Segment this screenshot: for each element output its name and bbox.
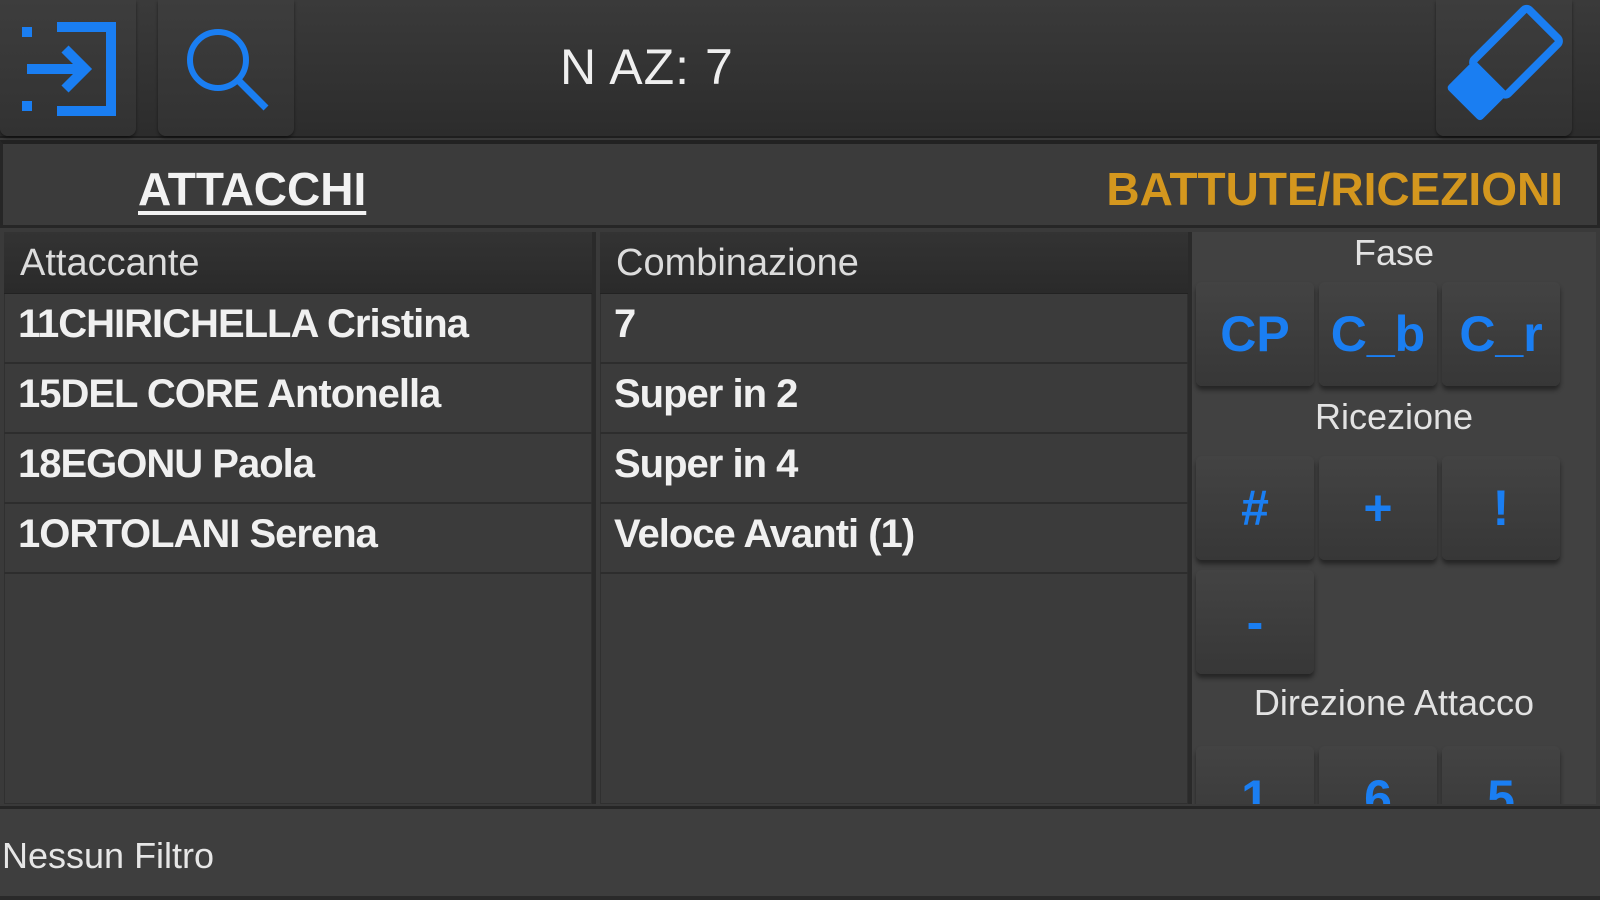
filter-bar[interactable]: Nessun Filtro — [0, 806, 1600, 900]
ricezione-button-exclamation[interactable]: ! — [1442, 456, 1560, 560]
combinazione-row[interactable]: Veloce Avanti (1) — [600, 504, 1188, 574]
ricezione-label: Ricezione — [1314, 396, 1474, 437]
combinazione-row[interactable]: 7 — [600, 294, 1188, 364]
evaluation-panel: Fase CP C_b C_r Ricezione # + ! - Direzi… — [1192, 232, 1596, 804]
direzione-button-6[interactable]: 6 — [1319, 746, 1437, 804]
fase-button-cb[interactable]: C_b — [1319, 282, 1437, 386]
fase-button-cp[interactable]: CP — [1196, 282, 1314, 386]
filter-status: Nessun Filtro — [2, 835, 215, 876]
ricezione-button-perfect[interactable]: # — [1196, 456, 1314, 560]
exit-arrow-icon — [22, 22, 116, 116]
fase-label: Fase — [1353, 232, 1435, 273]
ricezione-button-negative[interactable]: - — [1196, 570, 1314, 674]
action-count-label: N AZ: — [560, 39, 691, 95]
combinazione-list[interactable]: Combinazione 7 Super in 2 Super in 4 Vel… — [600, 232, 1192, 804]
ricezione-button-positive[interactable]: + — [1319, 456, 1437, 560]
search-button[interactable] — [158, 0, 294, 136]
eraser-icon — [1447, 4, 1563, 121]
attaccante-header: Attaccante — [4, 232, 592, 294]
action-count-value: 7 — [704, 39, 734, 95]
exit-button[interactable] — [0, 0, 136, 136]
attaccante-row[interactable]: 1ORTOLANI Serena — [4, 504, 592, 574]
tab-battute-ricezioni[interactable]: BATTUTE/RICEZIONI — [1106, 162, 1563, 216]
action-count: N AZ: 7 — [560, 38, 734, 96]
direzione-button-1[interactable]: 1 — [1196, 746, 1314, 804]
tab-bar: ATTACCHI BATTUTE/RICEZIONI — [0, 140, 1600, 228]
top-bar: N AZ: 7 — [0, 0, 1600, 138]
tab-attacchi[interactable]: ATTACCHI — [138, 162, 366, 216]
attaccante-row[interactable]: 11CHIRICHELLA Cristina — [4, 294, 592, 364]
combinazione-row[interactable]: Super in 2 — [600, 364, 1188, 434]
eraser-button[interactable] — [1436, 0, 1572, 136]
combinazione-row[interactable]: Super in 4 — [600, 434, 1188, 504]
direzione-button-5[interactable]: 5 — [1442, 746, 1560, 804]
fase-button-cr[interactable]: C_r — [1442, 282, 1560, 386]
attaccante-row[interactable]: 18EGONU Paola — [4, 434, 592, 504]
combinazione-header: Combinazione — [600, 232, 1188, 294]
search-icon — [187, 29, 269, 111]
attaccante-list[interactable]: Attaccante 11CHIRICHELLA Cristina 15DEL … — [4, 232, 596, 804]
attaccante-row[interactable]: 15DEL CORE Antonella — [4, 364, 592, 434]
direzione-label: Direzione Attacco — [1253, 682, 1535, 723]
